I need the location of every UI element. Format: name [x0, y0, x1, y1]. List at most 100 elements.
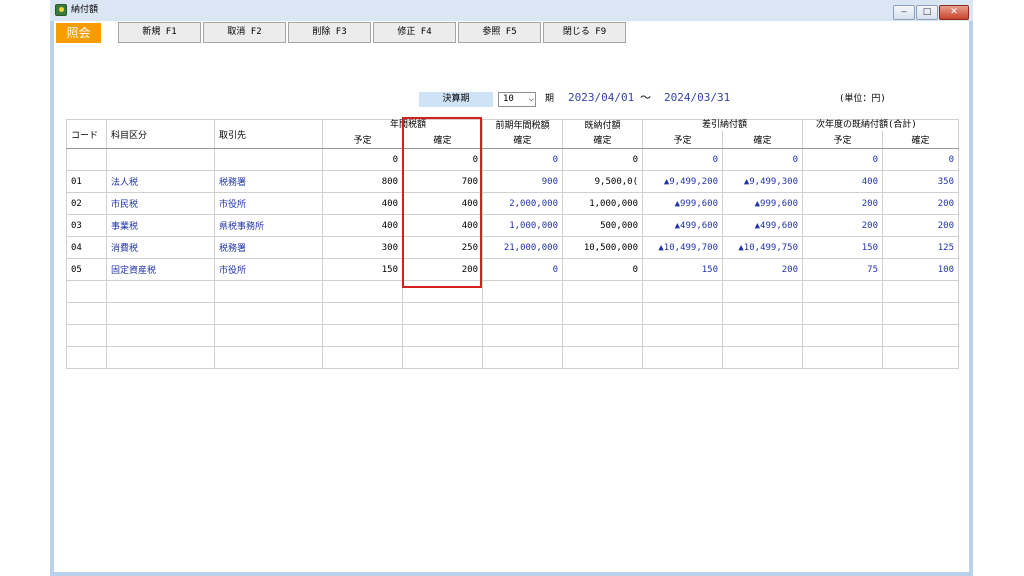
cell-paid-confirmed[interactable]: 1,000,000 [562, 192, 643, 215]
empty-table-row[interactable] [66, 346, 959, 369]
cell-code[interactable]: 05 [66, 258, 107, 281]
cell-next-confirmed[interactable]: 200 [882, 192, 959, 215]
cell-annual-planned[interactable] [322, 346, 403, 369]
cell-paid-confirmed[interactable] [562, 302, 643, 325]
cell-prev-annual-confirmed[interactable]: 2,000,000 [482, 192, 563, 215]
cell-category[interactable]: 事業税 [106, 214, 215, 237]
cell-category[interactable]: 消費税 [106, 236, 215, 259]
edit-button[interactable]: 修正 F4 [373, 22, 456, 43]
cell-diff-planned[interactable] [642, 280, 723, 303]
reference-button[interactable]: 参照 F5 [458, 22, 541, 43]
cell-diff-planned[interactable] [642, 346, 723, 369]
cell-code[interactable] [66, 346, 107, 369]
cell-prev-annual-confirmed[interactable] [482, 302, 563, 325]
cell-annual-confirmed[interactable] [402, 324, 483, 347]
cell-diff-planned[interactable] [642, 324, 723, 347]
cell-category[interactable] [106, 280, 215, 303]
cell-diff-planned[interactable]: ▲499,600 [642, 214, 723, 237]
table-row[interactable]: 04 消費税 税務署 300 250 21,000,000 10,500,000 ▲10,49… [66, 236, 959, 259]
cell-next-confirmed[interactable]: 125 [882, 236, 959, 259]
cell-partner[interactable] [214, 280, 323, 303]
cell-next-confirmed[interactable]: 200 [882, 214, 959, 237]
cell-partner[interactable] [214, 346, 323, 369]
cell-prev-annual-confirmed[interactable]: 0 [482, 148, 563, 171]
cell-next-confirmed[interactable] [882, 324, 959, 347]
cell-paid-confirmed[interactable] [562, 280, 643, 303]
cell-next-planned[interactable] [802, 302, 883, 325]
cell-code[interactable] [66, 302, 107, 325]
cell-paid-confirmed[interactable]: 0 [562, 148, 643, 171]
cell-category[interactable] [106, 302, 215, 325]
cell-diff-planned[interactable] [642, 302, 723, 325]
table-row[interactable]: 03 事業税 県税事務所 400 400 1,000,000 500,000 ▲499,600… [66, 214, 959, 237]
empty-table-row[interactable] [66, 280, 959, 303]
cell-annual-planned[interactable]: 400 [322, 214, 403, 237]
new-button[interactable]: 新規 F1 [118, 22, 201, 43]
cell-code[interactable]: 03 [66, 214, 107, 237]
close-form-button[interactable]: 閉じる F9 [543, 22, 626, 43]
cell-paid-confirmed[interactable]: 10,500,000 [562, 236, 643, 259]
cell-annual-confirmed[interactable] [402, 280, 483, 303]
cell-diff-planned[interactable]: ▲999,600 [642, 192, 723, 215]
cell-diff-confirmed[interactable] [722, 280, 803, 303]
cell-category[interactable]: 法人税 [106, 170, 215, 193]
cell-partner[interactable]: 市役所 [214, 258, 323, 281]
cell-next-planned[interactable] [802, 346, 883, 369]
empty-table-row[interactable] [66, 302, 959, 325]
cell-diff-confirmed[interactable] [722, 346, 803, 369]
cell-prev-annual-confirmed[interactable]: 21,000,000 [482, 236, 563, 259]
cell-annual-planned[interactable] [322, 280, 403, 303]
cell-next-confirmed[interactable] [882, 280, 959, 303]
table-row[interactable]: 05 固定資産税 市役所 150 200 0 0 150 200 75 100 [66, 258, 959, 281]
table-row[interactable]: 02 市民税 市役所 400 400 2,000,000 1,000,000 ▲999,600… [66, 192, 959, 215]
cell-partner[interactable] [214, 148, 323, 171]
cell-prev-annual-confirmed[interactable] [482, 324, 563, 347]
cell-annual-planned[interactable]: 300 [322, 236, 403, 259]
cell-annual-confirmed[interactable]: 200 [402, 258, 483, 281]
cell-annual-confirmed[interactable]: 400 [402, 214, 483, 237]
cell-diff-planned[interactable]: ▲10,499,700 [642, 236, 723, 259]
cell-annual-planned[interactable] [322, 324, 403, 347]
cell-prev-annual-confirmed[interactable]: 0 [482, 258, 563, 281]
cell-category[interactable] [106, 148, 215, 171]
cell-next-confirmed[interactable]: 350 [882, 170, 959, 193]
cell-category[interactable]: 固定資産税 [106, 258, 215, 281]
cell-next-planned[interactable]: 75 [802, 258, 883, 281]
cell-next-planned[interactable] [802, 324, 883, 347]
cell-next-planned[interactable]: 200 [802, 214, 883, 237]
delete-button[interactable]: 削除 F3 [288, 22, 371, 43]
cell-annual-confirmed[interactable]: 0 [402, 148, 483, 171]
cell-paid-confirmed[interactable]: 500,000 [562, 214, 643, 237]
cell-partner[interactable] [214, 302, 323, 325]
cell-next-confirmed[interactable]: 0 [882, 148, 959, 171]
cell-category[interactable] [106, 324, 215, 347]
cell-paid-confirmed[interactable]: 9,500,0( [562, 170, 643, 193]
cell-annual-planned[interactable]: 150 [322, 258, 403, 281]
cell-next-planned[interactable]: 0 [802, 148, 883, 171]
cell-diff-planned[interactable]: 150 [642, 258, 723, 281]
cell-category[interactable] [106, 346, 215, 369]
cell-annual-confirmed[interactable]: 250 [402, 236, 483, 259]
cell-next-confirmed[interactable] [882, 302, 959, 325]
cell-prev-annual-confirmed[interactable] [482, 280, 563, 303]
cell-code[interactable]: 02 [66, 192, 107, 215]
table-row[interactable]: 01 法人税 税務署 800 700 900 9,500,0(▲9,499,200 ▲9,49… [66, 170, 959, 193]
minimize-button[interactable]: ‒ [893, 5, 915, 20]
cell-annual-confirmed[interactable]: 700 [402, 170, 483, 193]
cell-diff-confirmed[interactable]: ▲999,600 [722, 192, 803, 215]
cell-paid-confirmed[interactable] [562, 346, 643, 369]
cell-diff-confirmed[interactable]: ▲499,600 [722, 214, 803, 237]
cancel-button[interactable]: 取消 F2 [203, 22, 286, 43]
maximize-button[interactable]: □ [916, 5, 938, 20]
cell-diff-confirmed[interactable]: 200 [722, 258, 803, 281]
cell-next-planned[interactable] [802, 280, 883, 303]
cell-partner[interactable] [214, 324, 323, 347]
cell-partner[interactable]: 税務署 [214, 170, 323, 193]
cell-prev-annual-confirmed[interactable] [482, 346, 563, 369]
cell-annual-planned[interactable] [322, 302, 403, 325]
cell-code[interactable] [66, 280, 107, 303]
cell-next-planned[interactable]: 150 [802, 236, 883, 259]
cell-partner[interactable]: 市役所 [214, 192, 323, 215]
cell-code[interactable] [66, 324, 107, 347]
cell-annual-planned[interactable]: 800 [322, 170, 403, 193]
